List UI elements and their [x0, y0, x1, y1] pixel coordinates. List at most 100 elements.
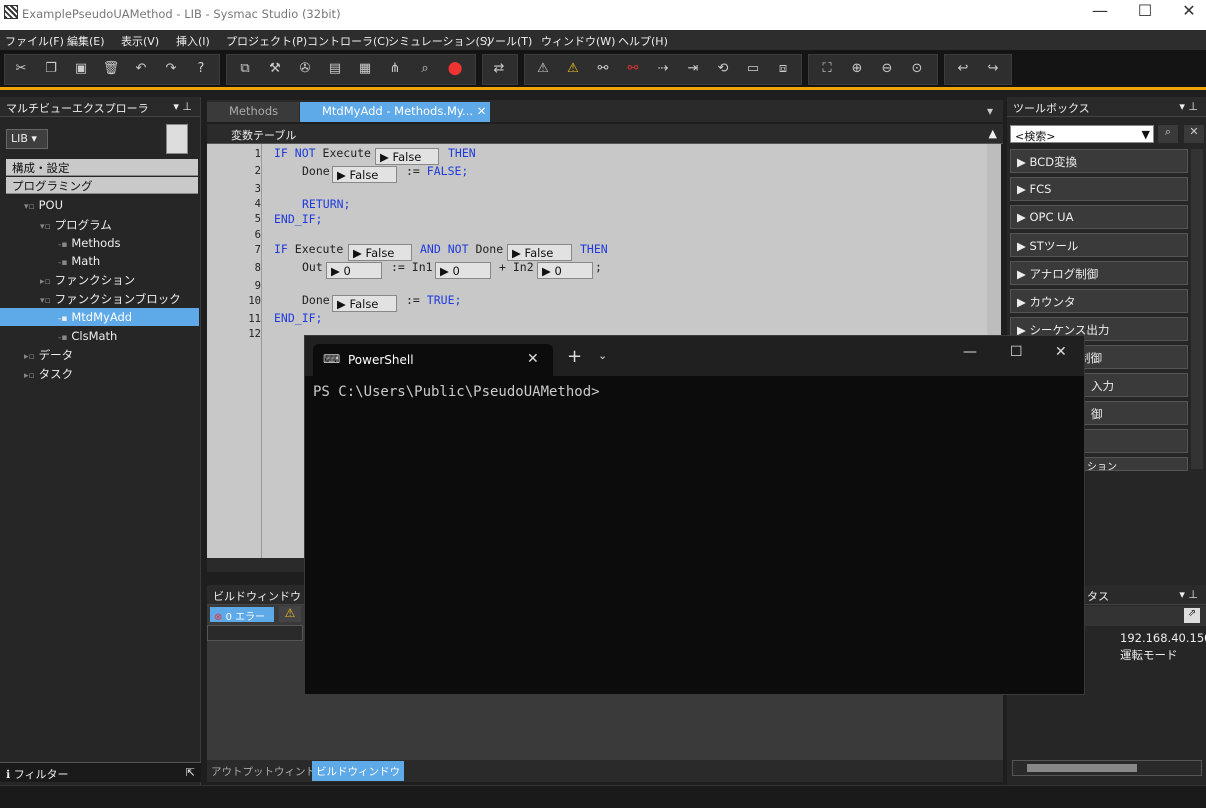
network-icon[interactable]: ⋔	[386, 61, 404, 77]
forward-icon[interactable]: ↪	[984, 61, 1002, 77]
toolbox-item[interactable]: ▶ STツール	[1010, 233, 1188, 257]
tab-output[interactable]: アウトプットウィンドウ	[209, 762, 329, 780]
sync-icon[interactable]: ⇢	[654, 61, 672, 77]
tab-powershell[interactable]: ⌨ PowerShell ✕	[313, 344, 553, 376]
pin-icon[interactable]: ▾ ⊥	[173, 100, 192, 113]
redo-icon[interactable]: ↷	[162, 61, 180, 77]
menu-view[interactable]: 表示(V)	[121, 33, 159, 49]
minimize-button[interactable]: —	[1077, 0, 1123, 30]
warning-icon[interactable]: ⚠	[534, 61, 552, 77]
toolbox-search-input[interactable]: <検索> ▼	[1010, 125, 1154, 143]
monitor-in2[interactable]: ▶ 0	[537, 262, 593, 279]
warning-icon[interactable]: ⚠	[279, 606, 301, 622]
powershell-window[interactable]: ⌨ PowerShell ✕ + ⌄ — ☐ ✕ PS C:\Users\Pub…	[304, 335, 1085, 695]
help-icon[interactable]: ?	[192, 61, 210, 77]
toolbox-item[interactable]: ▶ BCD変換	[1010, 149, 1188, 173]
popout-icon[interactable]: ⇗	[1184, 608, 1200, 623]
menu-edit[interactable]: 編集(E)	[67, 33, 105, 49]
undo-icon[interactable]: ↶	[132, 61, 150, 77]
cut-icon[interactable]: ✂	[12, 61, 30, 77]
build-icon[interactable]: ⚒	[266, 61, 284, 77]
compare-icon[interactable]: ▤	[326, 61, 344, 77]
tree-item-pou[interactable]: ▾▫ POU	[24, 198, 63, 212]
tree-item-methods[interactable]: -▪ Methods	[58, 236, 120, 250]
monitor-execute-2[interactable]: ▶ False	[348, 244, 412, 261]
monitor-execute[interactable]: ▶ False	[375, 148, 439, 165]
close-button[interactable]: ✕	[1055, 344, 1067, 360]
tree-item-function-block[interactable]: ▾▫ ファンクションブロック	[40, 291, 181, 307]
menu-help[interactable]: ヘルプ(H)	[618, 33, 668, 49]
transfer-icon[interactable]: ⇄	[490, 61, 508, 77]
online-icon[interactable]: ⚯	[594, 61, 612, 77]
toolbox-item[interactable]: ▶ OPC UA	[1010, 205, 1188, 229]
clear-icon[interactable]: ✕	[1184, 125, 1204, 143]
menu-project[interactable]: プロジェクト(P)	[226, 33, 307, 49]
monitor-done-3[interactable]: ▶ False	[332, 295, 397, 312]
scroll-thumb[interactable]	[1027, 764, 1137, 772]
search-icon[interactable]: ⌕	[416, 61, 434, 77]
filter-bar[interactable]: ℹ フィルター ⇱	[0, 762, 201, 782]
search-icon[interactable]: ⌕	[1158, 125, 1178, 143]
menu-controller[interactable]: コントローラ(C)	[307, 33, 389, 49]
pin-icon[interactable]: ▾ ⊥	[1179, 100, 1198, 113]
zoom-out-icon[interactable]: ⊖	[878, 61, 896, 77]
monitor-out[interactable]: ▶ 0	[326, 262, 382, 279]
delete-icon[interactable]: 🗑	[102, 61, 120, 77]
warning-filter-icon[interactable]: ⚠	[564, 61, 582, 77]
stop-icon[interactable]: ⬤	[446, 61, 464, 77]
pou-icon[interactable]: ⧉	[236, 61, 254, 77]
window-icon[interactable]: ⧈	[774, 61, 792, 77]
transfer-to-icon[interactable]: ⇥	[684, 61, 702, 77]
copy-icon[interactable]: ❐	[42, 61, 60, 77]
terminal-prompt[interactable]: PS C:\Users\Public\PseudoUAMethod>	[313, 384, 600, 400]
offline-icon[interactable]: ⚯	[624, 61, 642, 77]
rebuild-icon[interactable]: ✇	[296, 61, 314, 77]
tree-item-mtdmyadd[interactable]: -▪ MtdMyAdd	[58, 310, 132, 324]
chevron-down-icon[interactable]: ▼	[1142, 128, 1150, 141]
table-icon[interactable]: ▦	[356, 61, 374, 77]
fit-icon[interactable]: ⛶	[818, 61, 836, 77]
zoom-100-icon[interactable]: ⊙	[908, 61, 926, 77]
tree-item-task[interactable]: ▸▫ タスク	[24, 366, 73, 382]
filter-toggle-icon[interactable]: ⇱	[186, 766, 195, 779]
monitor-done-2[interactable]: ▶ False	[507, 244, 572, 261]
tab-list-icon[interactable]: ▾	[987, 104, 993, 118]
status-hscrollbar[interactable]	[1012, 760, 1202, 776]
menu-tools[interactable]: ツール(T)	[484, 33, 532, 49]
menu-file[interactable]: ファイル(F)	[5, 33, 64, 49]
tree-item-program[interactable]: ▾▫ プログラム	[40, 217, 112, 233]
reset-icon[interactable]: ⟲	[714, 61, 732, 77]
toolbox-item[interactable]: ▶ カウンタ	[1010, 289, 1188, 313]
pin-icon[interactable]: ▾ ⊥	[1179, 588, 1198, 601]
section-config[interactable]: 構成・設定	[6, 159, 198, 176]
toolbox-scrollbar[interactable]	[1191, 149, 1203, 469]
monitor-in1[interactable]: ▶ 0	[435, 262, 491, 279]
menu-insert[interactable]: 挿入(I)	[176, 33, 210, 49]
monitor-done[interactable]: ▶ False	[332, 166, 397, 183]
new-tab-button[interactable]: +	[567, 346, 582, 367]
toolbox-item[interactable]: ▶ アナログ制御	[1010, 261, 1188, 285]
back-icon[interactable]: ↩	[954, 61, 972, 77]
tree-item-data[interactable]: ▸▫ データ	[24, 347, 73, 363]
tree-item-function[interactable]: ▸▫ ファンクション	[40, 272, 135, 288]
maximize-button[interactable]: ☐	[1010, 344, 1023, 360]
variable-table-bar[interactable]: 変数テーブル ▲	[207, 124, 1003, 144]
close-icon[interactable]: ✕	[477, 104, 487, 118]
tab-mtdmyadd[interactable]: MtdMyAdd - Methods.My... ✕	[300, 102, 490, 122]
minimize-button[interactable]: —	[963, 344, 977, 360]
collapse-icon[interactable]: ▲	[989, 127, 997, 140]
zoom-in-icon[interactable]: ⊕	[848, 61, 866, 77]
monitor-icon[interactable]: ▭	[744, 61, 762, 77]
tree-item-clsmath[interactable]: -▪ ClsMath	[58, 329, 117, 343]
tree-item-math[interactable]: -▪ Math	[58, 254, 100, 268]
menu-simulation[interactable]: シミュレーション(S)	[388, 33, 491, 49]
chevron-down-icon[interactable]: ⌄	[598, 349, 607, 362]
tab-build[interactable]: ビルドウィンドウ	[312, 761, 404, 781]
section-programming[interactable]: プログラミング	[6, 177, 198, 194]
close-button[interactable]: ✕	[1166, 0, 1206, 30]
paste-icon[interactable]: ▣	[72, 61, 90, 77]
menu-window[interactable]: ウィンドウ(W)	[541, 33, 615, 49]
maximize-button[interactable]: ☐	[1122, 0, 1168, 30]
device-selector[interactable]: LIB ▾	[6, 129, 48, 149]
errors-filter[interactable]: ⊗ 0 エラー	[210, 607, 274, 623]
